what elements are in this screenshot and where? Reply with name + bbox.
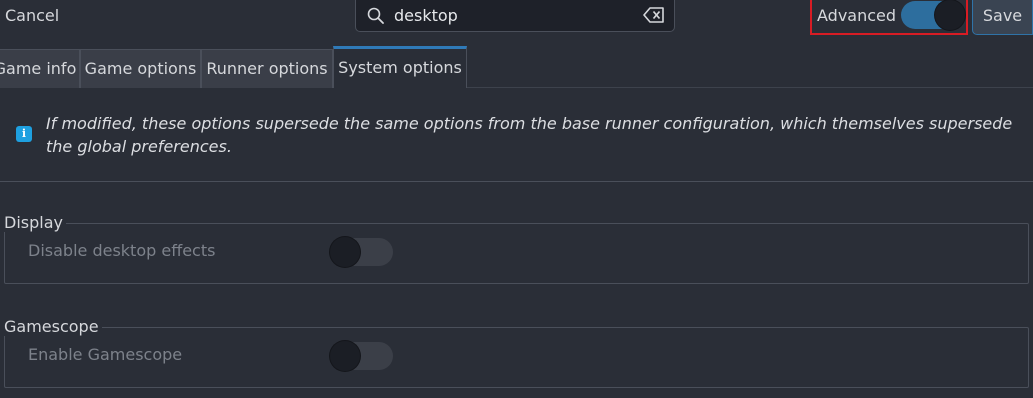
tab-game-info[interactable]: Game info <box>0 49 80 88</box>
gamescope-group-title: Gamescope <box>4 317 102 336</box>
display-group-frame: Disable desktop effects <box>4 223 1029 284</box>
display-group-title: Display <box>4 213 66 232</box>
search-input[interactable] <box>394 3 624 27</box>
tab-bar: Game info Game options Runner options Sy… <box>0 46 1033 88</box>
tab-runner-options[interactable]: Runner options <box>201 49 333 88</box>
search-box[interactable] <box>355 0 675 32</box>
info-icon: i <box>16 126 32 142</box>
tab-system-options[interactable]: System options <box>333 46 467 88</box>
header-bar: Cancel Advanced Save <box>0 0 1033 46</box>
advanced-switch[interactable] <box>901 0 965 30</box>
enable-gamescope-label: Enable Gamescope <box>28 345 183 364</box>
gamescope-group-frame: Enable Gamescope <box>4 327 1029 388</box>
switch-knob <box>330 237 360 267</box>
switch-knob <box>330 341 360 371</box>
disable-desktop-effects-switch[interactable] <box>330 237 393 267</box>
backspace-clear-icon[interactable] <box>643 7 665 23</box>
cancel-button[interactable]: Cancel <box>5 6 59 25</box>
advanced-toggle-highlight: Advanced <box>810 0 968 35</box>
search-icon <box>367 7 384 24</box>
enable-gamescope-switch[interactable] <box>330 341 393 371</box>
info-banner: i If modified, these options supersede t… <box>0 89 1033 182</box>
tab-game-options[interactable]: Game options <box>80 49 201 88</box>
info-text: If modified, these options supersede the… <box>46 114 1013 156</box>
save-button[interactable]: Save <box>972 0 1033 35</box>
advanced-label: Advanced <box>817 6 897 25</box>
switch-knob <box>935 0 965 30</box>
disable-desktop-effects-label: Disable desktop effects <box>28 241 216 260</box>
